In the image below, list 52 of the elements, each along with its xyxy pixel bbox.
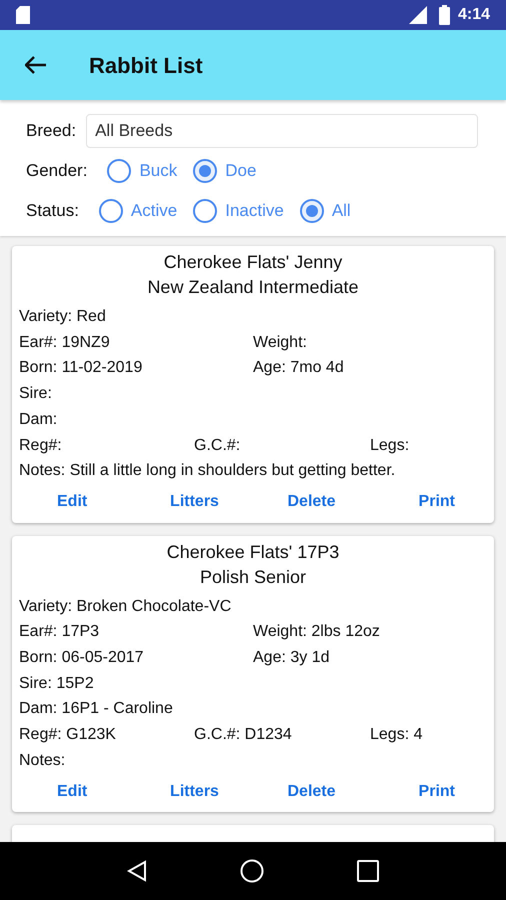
field-text: Born: 06-05-2017 (19, 648, 145, 668)
field-text: Ear#: 19NZ9 (19, 332, 111, 353)
field-text: Sire: (19, 385, 52, 402)
rabbit-name: Cherokee Flats' 17P3 (166, 540, 340, 564)
radio-option[interactable]: Doe (193, 158, 256, 184)
back-triangle-icon[interactable] (126, 860, 147, 882)
field-text: Weight: 2lbs 12oz (253, 622, 381, 642)
back-arrow-icon (25, 56, 47, 74)
sd-card-icon (16, 6, 30, 24)
status-label: Status: (26, 200, 79, 222)
gender-label: Gender: (26, 160, 88, 182)
field-text: Reg#: G123K (19, 725, 117, 746)
field-text: Weight: (253, 332, 308, 353)
radio-option[interactable]: Active (98, 198, 178, 224)
notes-text: Notes: Still a little long in shoulders but getting better. (19, 462, 396, 480)
field-text: Variety: Broken Chocolate-VC (19, 598, 232, 615)
field-text: Age: 7mo 4d (253, 358, 345, 378)
card-action-button[interactable]: Litters (170, 778, 219, 804)
field-text: Legs: 4 (370, 725, 424, 746)
field-text: Legs: (370, 436, 410, 456)
field-text: Reg#: (19, 436, 63, 456)
card-action-button[interactable]: Edit (57, 488, 88, 515)
field-text: G.C.#: (194, 436, 242, 456)
field-text: Dam: 16P1 - Caroline (19, 700, 173, 718)
overview-square-icon[interactable] (357, 860, 380, 882)
rabbit-breed: New Zealand Intermediate (147, 276, 359, 299)
card-action-button[interactable]: Delete (287, 488, 336, 515)
breed-field[interactable]: All Breeds (86, 114, 478, 148)
field-text: G.C.#: D1234 (194, 725, 293, 746)
card-action-button[interactable]: Edit (57, 778, 88, 804)
rabbit-name: Cherokee Flats' Jenny (164, 251, 342, 274)
battery-icon (438, 5, 450, 25)
field-text: Variety: Red (19, 308, 106, 325)
notes-text: Notes: (19, 752, 66, 769)
radio-option[interactable]: Inactive (193, 198, 284, 224)
card-action-button[interactable]: Print (418, 778, 455, 804)
field-text: Dam: (19, 410, 58, 428)
home-circle-icon[interactable] (240, 859, 264, 883)
card-action-button[interactable]: Litters (170, 488, 219, 515)
field-text: Born: 11-02-2019 (19, 358, 144, 378)
radio-option[interactable]: All (300, 198, 351, 224)
card-action-button[interactable]: Delete (287, 778, 336, 804)
breed-label: Breed: (26, 120, 76, 142)
rabbit-breed: Polish Senior (200, 566, 306, 589)
field-text: Age: 3y 1d (253, 648, 330, 668)
card-action-button[interactable]: Print (418, 488, 455, 515)
signal-icon (408, 6, 427, 24)
page-title: Rabbit List (89, 52, 203, 80)
field-text: Sire: 15P2 (19, 674, 94, 692)
radio-option[interactable]: Buck (107, 158, 178, 184)
field-text: Ear#: 17P3 (19, 622, 100, 642)
status-time: 4:14 (458, 5, 490, 25)
